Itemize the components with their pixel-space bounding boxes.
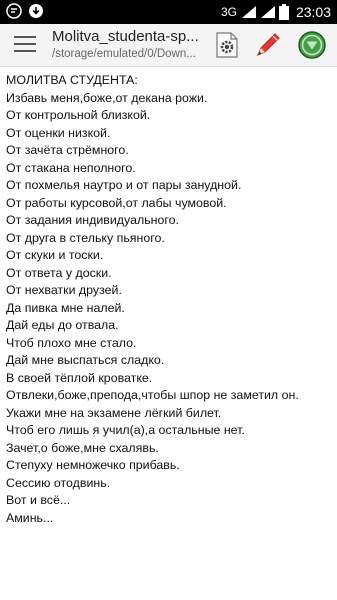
status-bar: 3G 23:03 bbox=[0, 0, 337, 24]
text-line: В своей тёплой кроватке. bbox=[6, 370, 153, 385]
edit-button[interactable] bbox=[253, 30, 283, 60]
clock-time: 23:03 bbox=[295, 4, 331, 20]
action-down-button[interactable] bbox=[297, 30, 327, 60]
gear-icon bbox=[216, 32, 238, 58]
text-line: Чтоб плохо мне стало. bbox=[6, 335, 137, 350]
text-line: От задания индивидуального. bbox=[6, 213, 179, 227]
text-line: От оценки низкой. bbox=[6, 125, 111, 140]
battery-icon bbox=[278, 4, 289, 20]
text-line: От работы курсовой,от лабы чумовой. bbox=[6, 195, 227, 210]
file-path: /storage/emulated/0/Down... bbox=[52, 48, 196, 60]
document-text[interactable]: МОЛИТВА СТУДЕНТА: Избавь меня,боже,от де… bbox=[6, 72, 334, 527]
text-line: От скуки и тоски. bbox=[6, 248, 104, 262]
text-line: Чтоб его лишь я учил(а),а остальные нет. bbox=[6, 423, 245, 437]
text-line: От ответа у доски. bbox=[6, 265, 112, 280]
text-line: Да пивка мне налей. bbox=[6, 300, 125, 315]
menu-icon bbox=[14, 43, 36, 45]
menu-button[interactable] bbox=[14, 36, 36, 54]
text-line: Аминь... bbox=[6, 510, 54, 525]
pencil-icon bbox=[257, 33, 280, 56]
text-line: МОЛИТВА СТУДЕНТА: bbox=[6, 73, 138, 87]
download-notification-icon bbox=[29, 4, 43, 18]
text-line: Зачет,о боже,мне схалявь. bbox=[6, 440, 159, 455]
text-line: От похмелья наутро и от пары занудной. bbox=[6, 178, 242, 192]
text-line: От друга в стельку пьяного. bbox=[6, 230, 165, 245]
text-line: Избавь меня,боже,от декана рожи. bbox=[6, 90, 208, 105]
menu-icon bbox=[14, 36, 36, 38]
text-line: Степуху немножечко прибавь. bbox=[6, 458, 180, 472]
network-type-label: 3G bbox=[220, 5, 237, 19]
settings-button[interactable] bbox=[211, 30, 241, 60]
text-line: От зачёта стрёмного. bbox=[6, 143, 129, 157]
text-line: От нехватки друзей. bbox=[6, 283, 122, 297]
green-down-arrow-icon bbox=[298, 31, 326, 59]
text-line: От контрольной близкой. bbox=[6, 108, 151, 122]
menu-icon bbox=[14, 50, 36, 52]
text-line: Дай мне выспаться сладко. bbox=[6, 353, 165, 367]
file-title: Molitva_studenta-sp... bbox=[52, 28, 199, 45]
app-toolbar: Molitva_studenta-sp... /storage/emulated… bbox=[0, 24, 337, 67]
signal-icon-2 bbox=[260, 6, 275, 18]
text-line: Дай еды до отвала. bbox=[6, 318, 119, 332]
text-line: Отвлеки,боже,препода,чтобы шпор не замет… bbox=[6, 388, 299, 402]
text-line: Сессию отодвинь. bbox=[6, 475, 111, 490]
text-line: От стакана неполного. bbox=[6, 160, 136, 175]
text-line: Вот и всё... bbox=[6, 493, 71, 507]
message-notification-icon bbox=[6, 3, 22, 19]
signal-icon bbox=[241, 6, 256, 18]
text-line: Укажи мне на экзамене лёгкий билет. bbox=[6, 405, 222, 420]
